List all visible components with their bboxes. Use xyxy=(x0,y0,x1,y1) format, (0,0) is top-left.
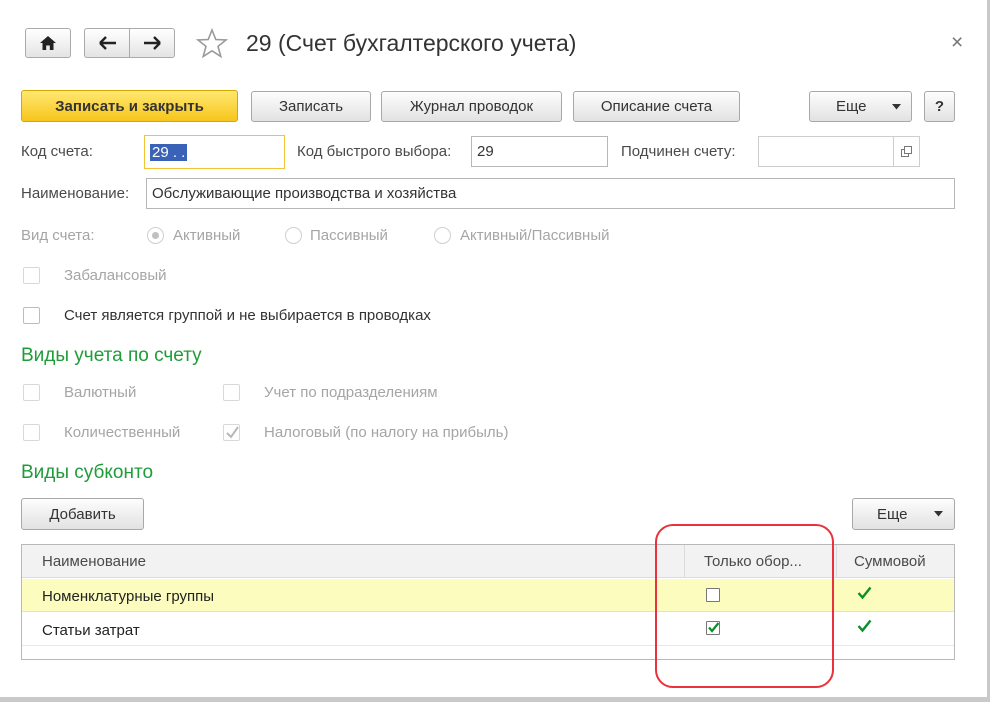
open-window-icon xyxy=(901,146,912,157)
arrow-right-icon xyxy=(144,36,161,50)
radio-active-passive[interactable] xyxy=(434,227,451,244)
radio-active[interactable] xyxy=(147,227,164,244)
quick-code-value: 29 xyxy=(477,143,494,160)
row-name-cell: Статьи затрат xyxy=(42,622,140,639)
back-button[interactable] xyxy=(84,28,130,58)
currency-checkbox[interactable] xyxy=(23,384,40,401)
subconto-title: Виды субконто xyxy=(21,462,154,483)
currency-label: Валютный xyxy=(64,384,137,401)
more-button[interactable]: Еще xyxy=(809,91,912,122)
group-checkbox[interactable] xyxy=(23,307,40,324)
radio-active-passive-label: Активный/Пассивный xyxy=(460,227,610,244)
account-type-label: Вид счета: xyxy=(21,227,95,244)
check-icon xyxy=(226,426,239,439)
parent-account-field[interactable] xyxy=(758,136,894,167)
highlight-annotation xyxy=(655,524,834,688)
add-button[interactable]: Добавить xyxy=(21,498,144,530)
name-value: Обслуживающие производства и хозяйства xyxy=(152,185,457,202)
quantity-label: Количественный xyxy=(64,424,181,441)
favorite-star-icon[interactable] xyxy=(195,27,229,59)
home-button[interactable] xyxy=(25,28,71,58)
row-name-cell: Номенклатурные группы xyxy=(42,588,215,605)
code-label: Код счета: xyxy=(21,143,93,160)
sum-check-icon xyxy=(857,619,872,637)
column-header-name[interactable]: Наименование xyxy=(42,553,146,570)
window-title: 29 (Счет бухгалтерского учета) xyxy=(246,30,577,56)
divisions-checkbox[interactable] xyxy=(223,384,240,401)
posting-journal-button[interactable]: Журнал проводок xyxy=(381,91,562,122)
arrow-left-icon xyxy=(98,36,116,50)
subconto-more-button[interactable]: Еще xyxy=(852,498,955,530)
dropdown-arrow-icon xyxy=(934,511,943,517)
quantity-checkbox[interactable] xyxy=(23,424,40,441)
parent-account-label: Подчинен счету: xyxy=(621,143,736,160)
radio-active-dot xyxy=(152,232,159,239)
sum-check-icon xyxy=(857,586,872,604)
group-label: Счет является группой и не выбирается в … xyxy=(64,307,431,324)
name-field[interactable]: Обслуживающие производства и хозяйства xyxy=(146,178,955,209)
save-and-close-button[interactable]: Записать и закрыть xyxy=(21,90,238,122)
accounting-types-title: Виды учета по счету xyxy=(21,345,202,366)
forward-button[interactable] xyxy=(129,28,175,58)
code-value: 29 . . xyxy=(150,143,188,161)
divisions-label: Учет по подразделениям xyxy=(264,384,438,401)
save-button[interactable]: Записать xyxy=(251,91,371,122)
radio-passive[interactable] xyxy=(285,227,302,244)
tax-label: Налоговый (по налогу на прибыль) xyxy=(264,424,509,441)
subconto-more-label: Еще xyxy=(877,505,908,523)
code-field[interactable]: 29 . . xyxy=(144,135,285,169)
radio-passive-label: Пассивный xyxy=(310,227,388,244)
radio-active-label: Активный xyxy=(173,227,241,244)
open-parent-button[interactable] xyxy=(893,136,920,167)
offbalance-checkbox[interactable] xyxy=(23,267,40,284)
offbalance-label: Забалансовый xyxy=(64,267,167,284)
account-description-button[interactable]: Описание счета xyxy=(573,91,740,122)
quick-code-field[interactable]: 29 xyxy=(471,136,608,167)
home-icon xyxy=(40,36,56,50)
column-header-sum[interactable]: Суммовой xyxy=(854,553,926,570)
tax-checkbox[interactable] xyxy=(223,424,240,441)
help-button[interactable]: ? xyxy=(924,91,955,122)
close-icon[interactable]: × xyxy=(951,31,963,55)
quick-code-label: Код быстрого выбора: xyxy=(297,143,452,160)
name-label: Наименование: xyxy=(21,185,130,202)
more-button-label: Еще xyxy=(836,98,867,115)
dropdown-arrow-icon xyxy=(892,104,901,110)
column-divider xyxy=(836,545,837,578)
